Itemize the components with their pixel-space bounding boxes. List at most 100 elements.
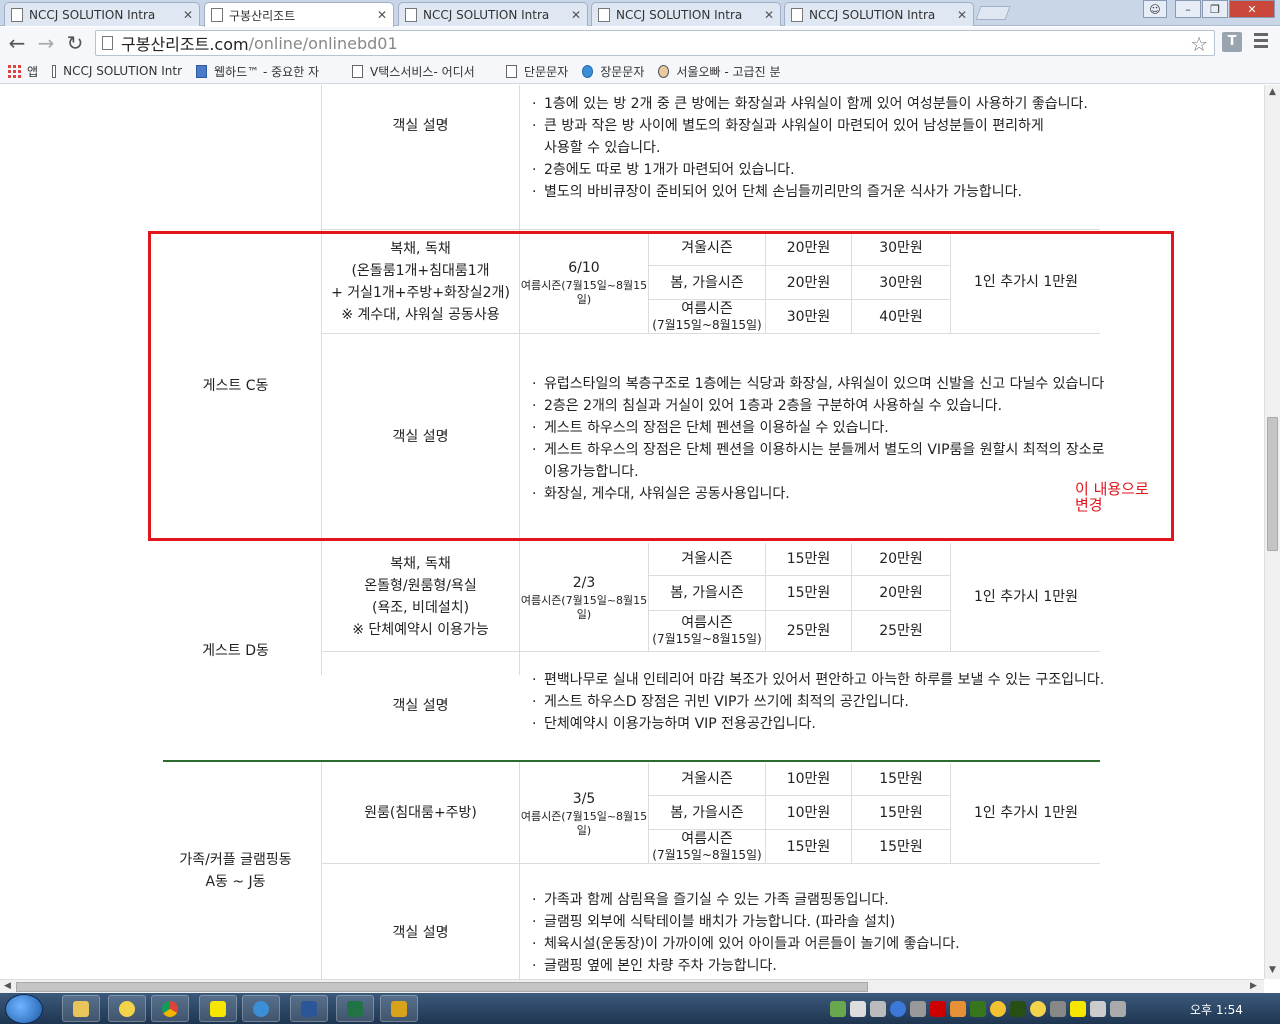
tab-gubongsan[interactable]: 구봉산리조트 ✕: [204, 2, 394, 27]
address-bar[interactable]: 구봉산리조트.com/online/onlinebd01 ☆: [95, 30, 1215, 56]
horizontal-scroll-thumb[interactable]: [16, 982, 868, 992]
vertical-scrollbar[interactable]: ▲ ▼: [1264, 85, 1280, 979]
excel-icon[interactable]: [336, 995, 374, 1022]
scroll-down-icon[interactable]: ▼: [1269, 965, 1276, 975]
bookmark-star-icon[interactable]: ☆: [1190, 32, 1208, 56]
bookmark-label: 단문문자: [524, 64, 569, 79]
bookmark-item[interactable]: 웹하드™ - 중요한 자: [196, 63, 338, 80]
maximize-button[interactable]: ❐: [1202, 0, 1228, 18]
horizontal-scrollbar[interactable]: ◀ ▶: [0, 979, 1264, 993]
ie-icon[interactable]: [242, 995, 280, 1022]
chrome-icon[interactable]: [151, 995, 189, 1022]
desc-line: 게스트 하우스D 장점은 귀빈 VIP가 쓰기에 최적의 공간입니다.: [532, 691, 1104, 713]
messenger-icon[interactable]: [108, 995, 146, 1022]
room-description-glamping: 가족과 함께 삼림욕을 즐기실 수 있는 가족 글램핑동입니다. 글램핑 외부에…: [532, 889, 960, 977]
kakaotalk-tray-icon[interactable]: [1070, 1000, 1086, 1017]
bookmark-item[interactable]: 장문문자: [582, 63, 644, 80]
help-icon[interactable]: [890, 1000, 906, 1017]
bookmark-item[interactable]: NCCJ SOLUTION Intr: [52, 64, 182, 78]
bookmark-item[interactable]: 단문문자: [506, 63, 568, 80]
start-button[interactable]: [5, 994, 43, 1024]
desc-line: 1층에 있는 방 2개 중 큰 방에는 화장실과 샤워실이 함께 있어 여성분들…: [532, 93, 1088, 115]
season-name: 봄, 가을시즌: [670, 804, 744, 821]
vertical-scroll-thumb[interactable]: [1267, 417, 1278, 551]
desc-line: 단체예약시 이용가능하며 VIP 전용공간입니다.: [532, 713, 1104, 735]
url-path: /online/onlinebd01: [248, 33, 398, 53]
page-icon: [211, 8, 223, 22]
extension-button[interactable]: T: [1222, 32, 1242, 52]
tray-icon[interactable]: [1110, 1000, 1126, 1017]
tray-icon[interactable]: [990, 1000, 1006, 1017]
close-window-button[interactable]: ✕: [1229, 0, 1275, 18]
desc-line: 글램핑 외부에 식탁테이블 배치가 가능합니다. (파라솔 설치): [532, 911, 960, 933]
extra-person-fee: 1인 추가시 1만원: [974, 805, 1078, 821]
menu-icon[interactable]: [1254, 33, 1268, 51]
browser-toolbar: ← → ↻ 구봉산리조트.com/online/onlinebd01 ☆ T: [0, 27, 1280, 59]
close-tab-icon[interactable]: ✕: [377, 8, 387, 22]
price-weekday: 10만원: [786, 771, 831, 787]
season-sub: (7월15일~8월15일): [652, 847, 762, 862]
tab-nccj-4[interactable]: NCCJ SOLUTION Intra ✕: [784, 2, 974, 26]
scroll-up-icon[interactable]: ▲: [1269, 87, 1276, 97]
close-tab-icon[interactable]: ✕: [764, 8, 774, 22]
user-icon[interactable]: ☺: [1143, 0, 1167, 18]
taskbar-clock[interactable]: 오후 1:54: [1190, 1001, 1243, 1018]
word-icon[interactable]: [290, 995, 328, 1022]
tab-nccj-3[interactable]: NCCJ SOLUTION Intra ✕: [591, 2, 781, 26]
season-name: 봄, 가을시즌: [670, 585, 744, 601]
scroll-left-icon[interactable]: ◀: [4, 981, 11, 991]
price-weekend: 20만원: [879, 585, 923, 601]
nvidia-icon[interactable]: [1010, 1000, 1026, 1017]
room-type-line: (욕조, 비데설치): [371, 600, 470, 616]
forward-button[interactable]: →: [34, 31, 58, 55]
price-weekend: 20만원: [879, 551, 923, 567]
season-name: 겨울시즌: [681, 771, 733, 787]
room-desc-label: 객실 설명: [392, 698, 449, 714]
apps-icon: [8, 64, 21, 78]
desc-line: 편백나무로 실내 인테리어 마감 복조가 있어서 편안하고 아늑한 하루를 보낼…: [532, 669, 1104, 691]
volume-icon[interactable]: [1050, 1000, 1066, 1017]
pen-icon[interactable]: [950, 1000, 966, 1017]
kakaotalk-icon[interactable]: [199, 995, 237, 1022]
extra-person-fee: 1인 추가시 1만원: [974, 589, 1078, 605]
network-icon[interactable]: [1090, 1000, 1106, 1017]
bookmark-apps[interactable]: 앱: [0, 63, 38, 80]
price-weekend: 15만원: [879, 804, 923, 821]
messenger-tray-icon[interactable]: [1030, 1000, 1046, 1017]
price-weekday: 15만원: [786, 838, 831, 855]
price-weekend: 15만원: [879, 838, 923, 855]
bookmark-label: 서울오빠 - 고급진 분: [676, 64, 781, 79]
capacity-value: 2/3: [572, 575, 596, 591]
tab-nccj-2[interactable]: NCCJ SOLUTION Intra ✕: [398, 2, 588, 26]
season-label: 여름시즌: [681, 830, 733, 847]
scroll-right-icon[interactable]: ▶: [1250, 981, 1257, 991]
room-type-line: 복채, 독채: [390, 556, 451, 572]
tray-icon[interactable]: [970, 1000, 986, 1017]
close-tab-icon[interactable]: ✕: [571, 8, 581, 22]
price-weekday: 15만원: [786, 585, 831, 601]
price-weekday: 10만원: [786, 804, 831, 821]
globe-icon: [582, 64, 594, 78]
tray-icon[interactable]: [910, 1000, 926, 1017]
note-line: 변경: [1075, 496, 1103, 514]
hanja-icon[interactable]: [870, 1000, 886, 1017]
close-tab-icon[interactable]: ✕: [183, 8, 193, 22]
app-icon[interactable]: [380, 995, 418, 1022]
highlight-box: [148, 231, 1174, 541]
tab-nccj-1[interactable]: NCCJ SOLUTION Intra ✕: [4, 2, 200, 26]
windows-taskbar: 오후 1:54: [0, 993, 1280, 1024]
acrobat-icon[interactable]: [930, 1000, 946, 1017]
bookmark-item[interactable]: 서울오빠 - 고급진 분: [658, 63, 808, 80]
tray-icon[interactable]: [830, 1000, 846, 1017]
close-tab-icon[interactable]: ✕: [957, 8, 967, 22]
ime-icon[interactable]: [850, 1000, 866, 1017]
reload-button[interactable]: ↻: [63, 31, 87, 55]
explorer-icon[interactable]: [62, 995, 100, 1022]
season-name: 여름시즌 (7월15일~8월15일): [649, 611, 765, 651]
desc-line: 큰 방과 작은 방 사이에 별도의 화장실과 샤워실이 마련되어 있어 남성분들…: [532, 115, 1088, 137]
minimize-button[interactable]: –: [1175, 0, 1201, 18]
new-tab-button[interactable]: [975, 6, 1011, 20]
back-button[interactable]: ←: [5, 31, 29, 55]
bookmark-item[interactable]: V택스서비스- 어디서: [352, 63, 492, 80]
note-line: 이 내용으로: [1075, 480, 1149, 498]
